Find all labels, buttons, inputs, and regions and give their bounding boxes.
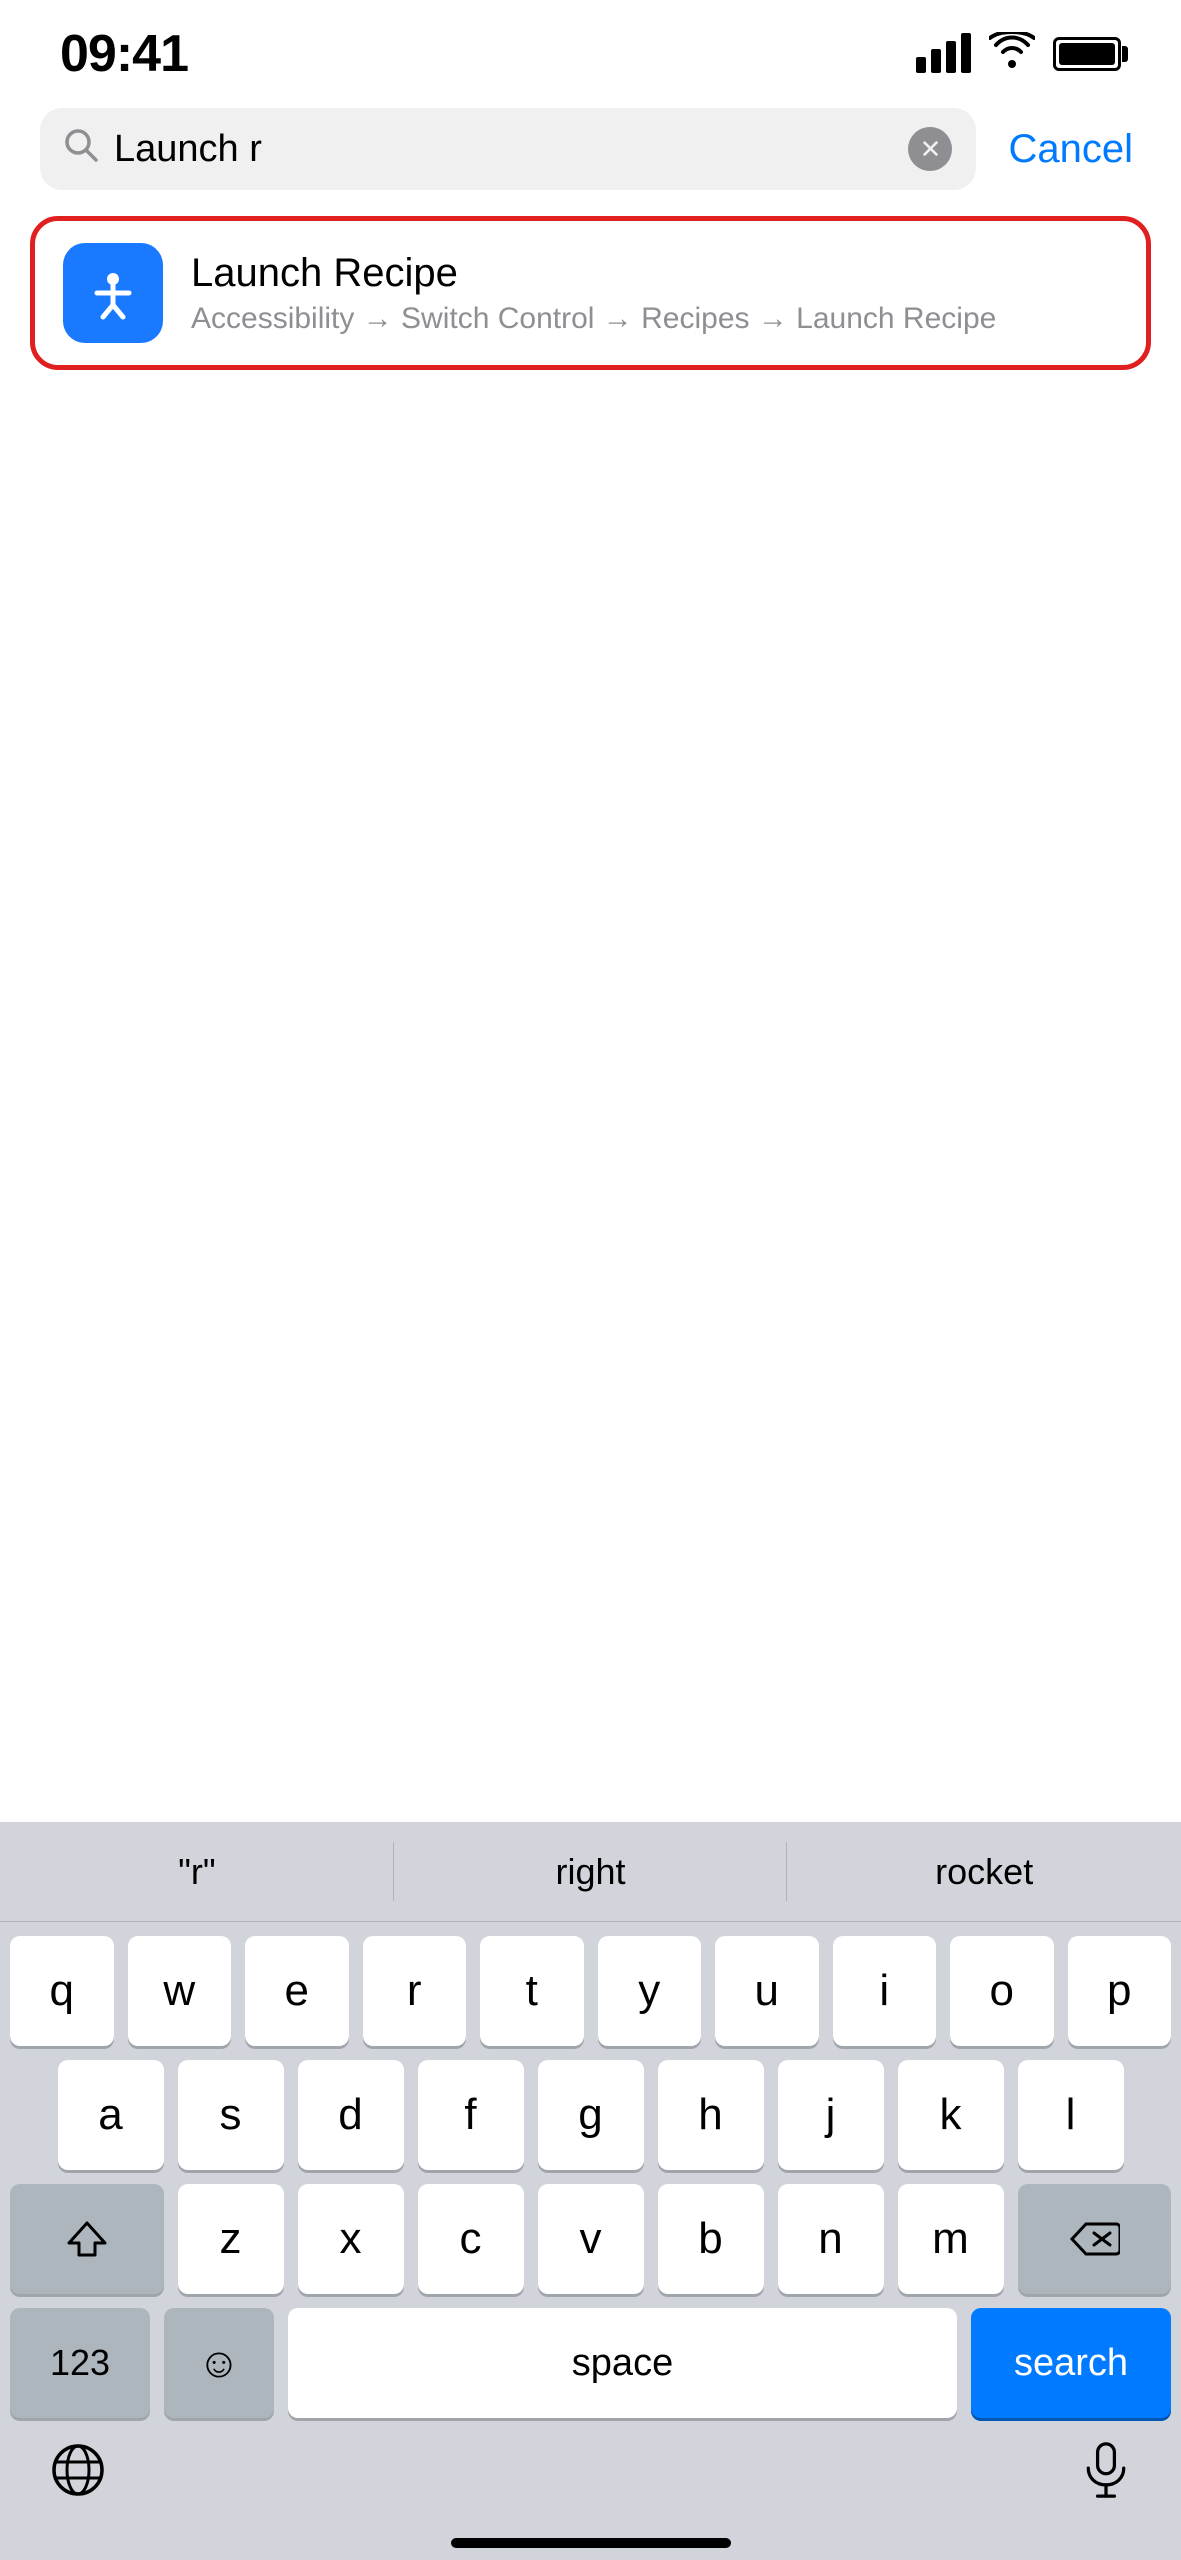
result-text: Launch Recipe Accessibility → Switch Con… (191, 251, 1118, 336)
keyboard: "r" right rocket q w e r t y u i o p a s… (0, 1822, 1181, 2560)
key-f[interactable]: f (418, 2060, 524, 2170)
cancel-button[interactable]: Cancel (1000, 127, 1141, 172)
key-h[interactable]: h (658, 2060, 764, 2170)
home-indicator (451, 2538, 731, 2548)
key-n[interactable]: n (778, 2184, 884, 2294)
key-r[interactable]: r (363, 1936, 467, 2046)
key-l[interactable]: l (1018, 2060, 1124, 2170)
search-container: Launch r ✕ Cancel (0, 90, 1181, 208)
key-g[interactable]: g (538, 2060, 644, 2170)
search-input[interactable]: Launch r (114, 128, 892, 171)
key-c[interactable]: c (418, 2184, 524, 2294)
key-d[interactable]: d (298, 2060, 404, 2170)
globe-icon[interactable] (50, 2442, 106, 2510)
key-row-2: a s d f g h j k l (10, 2060, 1171, 2170)
key-row-3: z x c v b n m (10, 2184, 1171, 2294)
wifi-icon (989, 32, 1035, 77)
key-k[interactable]: k (898, 2060, 1004, 2170)
search-clear-button[interactable]: ✕ (908, 127, 952, 171)
key-a[interactable]: a (58, 2060, 164, 2170)
result-title: Launch Recipe (191, 251, 1118, 296)
key-b[interactable]: b (658, 2184, 764, 2294)
search-bar[interactable]: Launch r ✕ (40, 108, 976, 190)
key-j[interactable]: j (778, 2060, 884, 2170)
accessibility-icon (63, 243, 163, 343)
key-e[interactable]: e (245, 1936, 349, 2046)
key-row-1: q w e r t y u i o p (10, 1936, 1171, 2046)
search-result-item[interactable]: Launch Recipe Accessibility → Switch Con… (30, 216, 1151, 370)
bottom-row: 123 ☺ space search (0, 2308, 1181, 2418)
predictive-bar: "r" right rocket (0, 1822, 1181, 1922)
status-bar: 09:41 (0, 0, 1181, 90)
shift-key[interactable] (10, 2184, 164, 2294)
key-m[interactable]: m (898, 2184, 1004, 2294)
microphone-icon[interactable] (1081, 2442, 1131, 2510)
status-icons (916, 32, 1121, 77)
key-w[interactable]: w (128, 1936, 232, 2046)
space-key[interactable]: space (288, 2308, 957, 2418)
key-v[interactable]: v (538, 2184, 644, 2294)
signal-icon (916, 35, 971, 73)
numeric-key[interactable]: 123 (10, 2308, 150, 2418)
key-t[interactable]: t (480, 1936, 584, 2046)
key-q[interactable]: q (10, 1936, 114, 2046)
predictive-item-3[interactable]: rocket (787, 1822, 1181, 1921)
accessory-row (0, 2432, 1181, 2530)
key-s[interactable]: s (178, 2060, 284, 2170)
search-key[interactable]: search (971, 2308, 1171, 2418)
key-x[interactable]: x (298, 2184, 404, 2294)
key-u[interactable]: u (715, 1936, 819, 2046)
key-y[interactable]: y (598, 1936, 702, 2046)
key-p[interactable]: p (1068, 1936, 1172, 2046)
delete-key[interactable] (1018, 2184, 1172, 2294)
battery-icon (1053, 37, 1121, 71)
key-z[interactable]: z (178, 2184, 284, 2294)
key-i[interactable]: i (833, 1936, 937, 2046)
predictive-item-2[interactable]: right (394, 1822, 788, 1921)
search-icon (64, 128, 98, 170)
status-time: 09:41 (60, 24, 188, 84)
main-content (0, 378, 1181, 1318)
key-rows: q w e r t y u i o p a s d f g h j k l (0, 1922, 1181, 2294)
emoji-key[interactable]: ☺ (164, 2308, 274, 2418)
result-breadcrumb: Accessibility → Switch Control → Recipes… (191, 302, 1118, 336)
predictive-item-1[interactable]: "r" (0, 1822, 394, 1921)
key-o[interactable]: o (950, 1936, 1054, 2046)
